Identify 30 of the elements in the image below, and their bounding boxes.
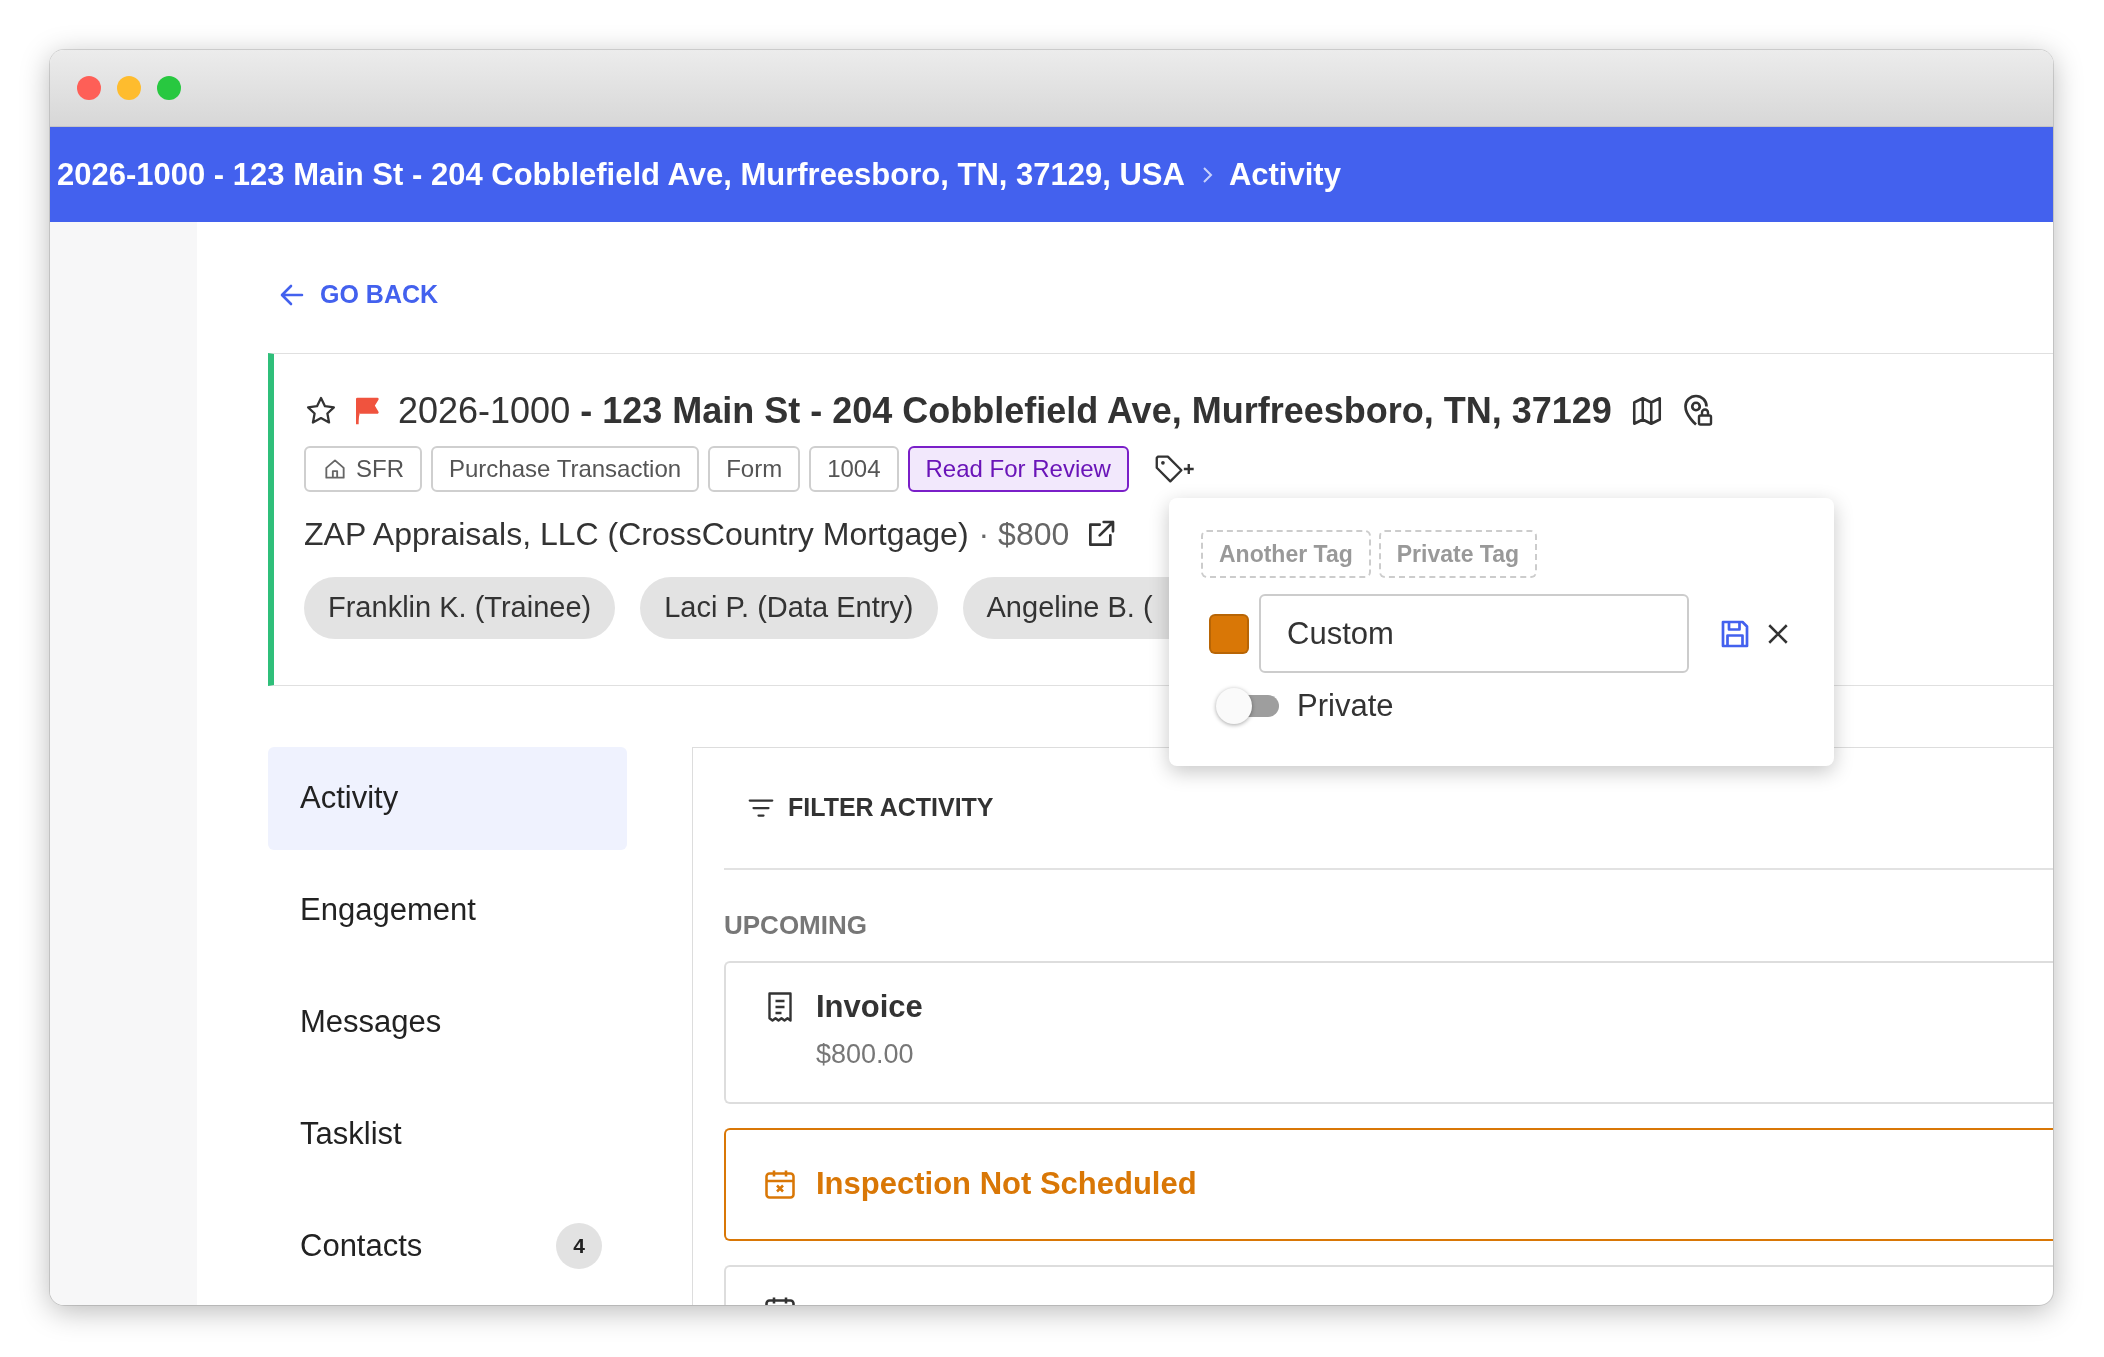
private-label: Private	[1297, 688, 1394, 724]
color-swatch[interactable]	[1209, 613, 1249, 654]
nav-item[interactable]: Activity	[268, 746, 627, 850]
tag[interactable]: SFR	[304, 445, 422, 492]
nav-item[interactable]: Engagement	[268, 858, 627, 962]
activity-title: Invoice	[816, 988, 923, 1025]
tag-name-input[interactable]: Custom	[1259, 594, 1689, 673]
nav-item[interactable]: Tasklist	[268, 1082, 627, 1186]
filter-button[interactable]: FILTER ACTIVITY	[724, 747, 2053, 870]
order-fee: · $800	[978, 515, 1070, 553]
breadcrumb-link[interactable]: 2026-1000 - 123 Main St - 204 Cobblefield Ave, Murfreesboro, TN, 37129, USA	[57, 156, 1185, 193]
activity-amount: $800.00	[816, 1038, 915, 1070]
tag[interactable]: Form	[708, 445, 801, 492]
order-title: 2026-1000 - 123 Main St - 204 Cobblefield Ave, Murfreesboro, TN, 37129	[398, 389, 1612, 432]
company-name: ZAP Appraisals, LLC (CrossCountry Mortgage)	[304, 515, 969, 553]
chevron-right-icon	[1200, 164, 1213, 185]
tag[interactable]: Purchase Transaction	[431, 445, 700, 492]
nav-item[interactable]: Contacts 4	[268, 1194, 627, 1298]
breadcrumb-link[interactable]: Activity	[1228, 156, 1341, 193]
assignee-chip[interactable]: Franklin K. (Trainee)	[304, 576, 616, 639]
count-badge: 4	[556, 1223, 602, 1269]
go-back-link[interactable]: GO BACK	[278, 280, 439, 309]
section-heading: UPCOMING	[724, 909, 868, 941]
activity-card[interactable]: Invoice $800.00	[724, 960, 2053, 1104]
tag[interactable]: 1004	[809, 445, 899, 492]
assignee-chip[interactable]: Laci P. (Data Entry)	[640, 576, 938, 639]
nav-item[interactable]: Messages	[268, 970, 627, 1074]
activity-title: Inspection Not Scheduled	[816, 1166, 1197, 1202]
private-toggle[interactable]	[1215, 687, 1281, 725]
tag[interactable]: Read For Review	[907, 445, 1129, 492]
